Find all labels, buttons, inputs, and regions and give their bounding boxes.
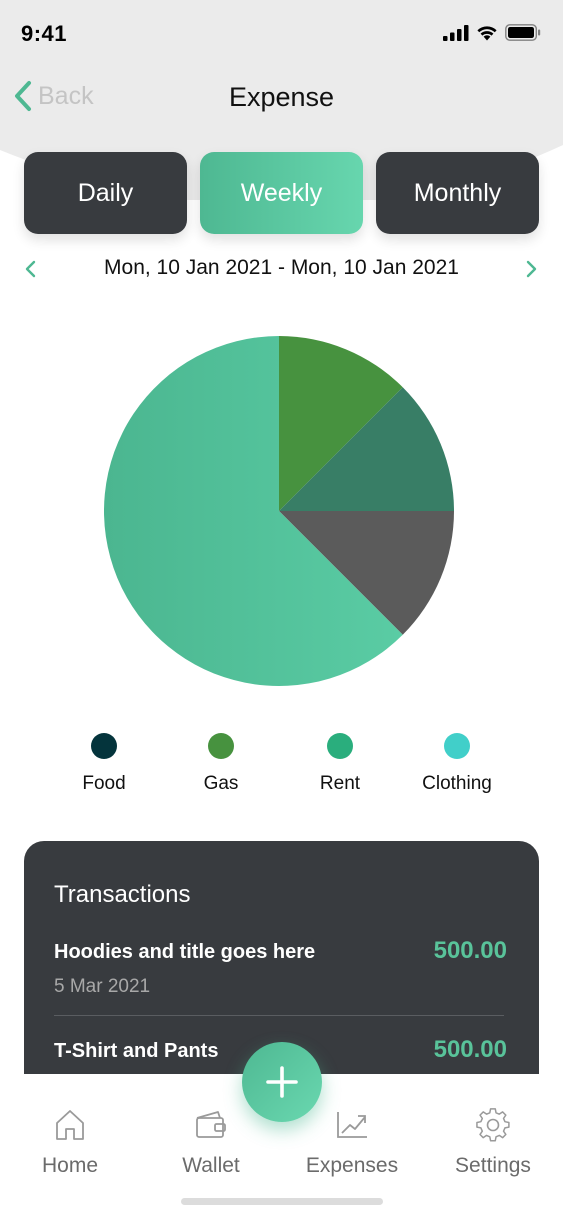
legend-label-clothing: Clothing: [422, 773, 492, 794]
status-bar: 9:41: [0, 0, 563, 68]
transaction-row[interactable]: Hoodies and title goes here 5 Mar 2021 5…: [54, 937, 507, 998]
wifi-icon: [477, 25, 497, 40]
transactions-title: Transactions: [54, 881, 191, 908]
date-range-row: Mon, 10 Jan 2021 - Mon, 10 Jan 2021: [0, 252, 563, 286]
transaction-amount: 500.00: [433, 1036, 507, 1063]
legend-dot-rent: [327, 733, 353, 759]
battery-icon: [505, 24, 541, 41]
legend-item-food: Food: [44, 733, 164, 795]
tab-settings[interactable]: Settings: [433, 1106, 553, 1178]
legend-item-clothing: Clothing: [397, 733, 517, 795]
chart-trend-icon: [292, 1106, 412, 1144]
segment-weekly[interactable]: Weekly: [200, 152, 363, 234]
tab-wallet[interactable]: Wallet: [151, 1106, 271, 1178]
legend-dot-clothing: [444, 733, 470, 759]
tab-home[interactable]: Home: [10, 1106, 130, 1178]
legend-dot-food: [91, 733, 117, 759]
home-indicator: [181, 1198, 383, 1205]
plus-icon: [266, 1066, 298, 1098]
page-title: Expense: [228, 82, 335, 112]
transaction-divider: [54, 1015, 504, 1016]
tab-label-settings: Settings: [455, 1154, 531, 1177]
status-icons: [443, 24, 541, 41]
gear-icon: [433, 1106, 553, 1144]
legend-label-gas: Gas: [203, 773, 239, 794]
legend-dot-gas: [208, 733, 234, 759]
chevron-right-icon: [526, 260, 537, 278]
transaction-amount: 500.00: [433, 937, 507, 964]
chart-legend: Food Gas Rent Clothing: [0, 733, 563, 803]
next-period-button[interactable]: [518, 256, 544, 282]
legend-label-rent: Rent: [319, 773, 361, 794]
tab-label-wallet: Wallet: [182, 1154, 240, 1177]
legend-label-food: Food: [82, 773, 126, 794]
segment-monthly[interactable]: Monthly: [376, 152, 539, 234]
add-expense-button[interactable]: [242, 1042, 322, 1122]
date-range-label: Mon, 10 Jan 2021 - Mon, 10 Jan 2021: [104, 256, 459, 279]
expense-pie-chart: [104, 336, 454, 686]
period-segmented-control: Daily Weekly Monthly: [24, 152, 539, 234]
tab-label-expenses: Expenses: [305, 1154, 399, 1177]
status-time: 9:41: [21, 21, 68, 46]
transaction-date: 5 Mar 2021: [54, 976, 151, 997]
home-icon: [10, 1106, 130, 1144]
legend-item-gas: Gas: [161, 733, 281, 795]
navigation-bar: Back Expense: [0, 70, 563, 126]
segment-daily[interactable]: Daily: [24, 152, 187, 234]
cellular-signal-icon: [443, 24, 469, 41]
wallet-icon: [151, 1106, 271, 1144]
tab-label-home: Home: [41, 1154, 99, 1177]
legend-item-rent: Rent: [280, 733, 400, 795]
tab-expenses[interactable]: Expenses: [292, 1106, 412, 1178]
